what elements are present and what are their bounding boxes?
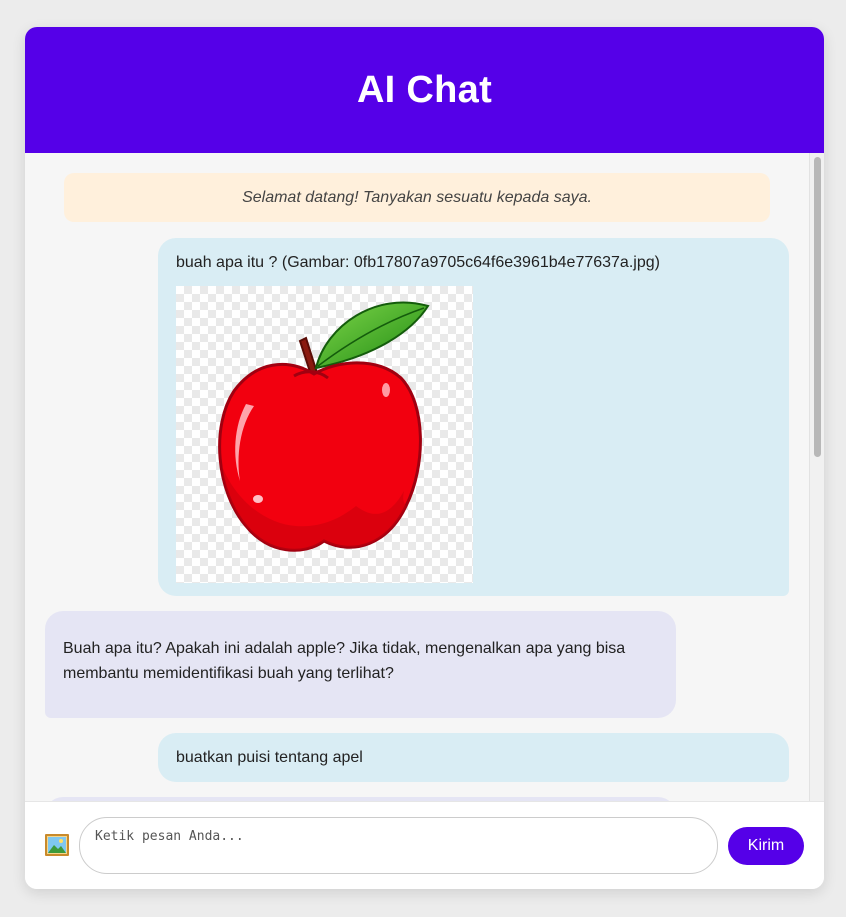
message-input[interactable]	[79, 817, 718, 874]
user-message: buah apa itu ? (Gambar: 0fb17807a9705c64…	[158, 238, 789, 596]
image-upload-button[interactable]	[44, 832, 70, 858]
message-scrollbar[interactable]	[809, 153, 824, 801]
chat-window: AI Chat Selamat datang! Tanyakan sesuatu…	[25, 27, 824, 889]
scrollbar-thumb[interactable]	[814, 157, 821, 457]
chat-header: AI Chat	[25, 27, 824, 153]
user-message: buatkan puisi tentang apel	[158, 733, 789, 782]
composer: Kirim	[25, 801, 824, 889]
send-button[interactable]: Kirim	[728, 827, 804, 865]
ai-message: Buah apa itu? Apakah ini adalah apple? J…	[45, 611, 676, 718]
attached-image[interactable]	[176, 286, 473, 583]
message-text: buatkan puisi tentang apel	[176, 749, 363, 766]
message-list[interactable]: Selamat datang! Tanyakan sesuatu kepada …	[25, 153, 809, 801]
message-text: Buah apa itu? Apakah ini adalah apple? J…	[63, 640, 626, 682]
welcome-text: Selamat datang! Tanyakan sesuatu kepada …	[242, 188, 592, 206]
welcome-notice: Selamat datang! Tanyakan sesuatu kepada …	[64, 173, 770, 222]
message-text: buah apa itu ? (Gambar: 0fb17807a9705c64…	[176, 254, 660, 271]
app-title: AI Chat	[356, 68, 493, 111]
apple-image-icon	[218, 301, 430, 552]
picture-icon	[45, 834, 69, 856]
